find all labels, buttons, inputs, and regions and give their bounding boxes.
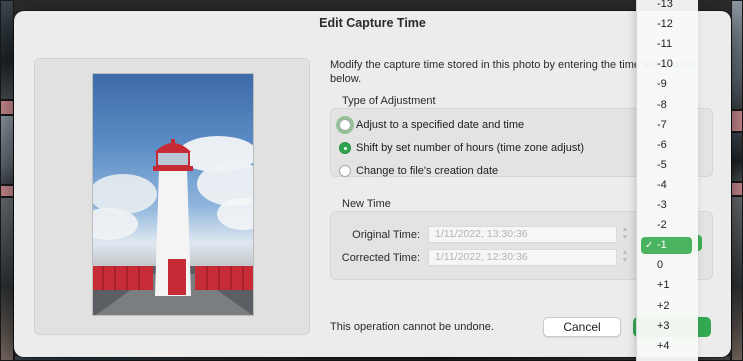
hour-menu-item[interactable]: -10 (641, 56, 692, 73)
hour-menu-item[interactable]: -3 (641, 197, 692, 214)
hour-menu-item-label: -1 (657, 239, 667, 252)
background-thumbnail (0, 0, 14, 100)
hour-menu-item[interactable]: -13 (641, 0, 692, 13)
background-thumbnail (731, 0, 743, 110)
radio-label: Adjust to a specified date and time (356, 119, 525, 131)
original-time-stepper: ▲ ▼ (621, 226, 629, 241)
new-time-title: New Time (342, 198, 391, 210)
original-time-row: Original Time: 1/11/2022, 13:30:36 ▲ ▼ (340, 226, 629, 243)
hour-menu-item[interactable]: -9 (641, 76, 692, 93)
background-thumbnail (0, 197, 14, 361)
hour-menu-item[interactable]: +1 (641, 277, 692, 294)
hour-menu-item[interactable]: -11 (641, 36, 692, 53)
hour-menu-item-label: -10 (657, 58, 673, 71)
hour-menu-item-label: -6 (657, 138, 667, 151)
corrected-time-stepper: ▲ ▼ (621, 249, 629, 264)
corrected-time-label: Corrected Time: (341, 251, 420, 264)
radio-adjust-specified-date[interactable]: Adjust to a specified date and time (339, 119, 524, 131)
hour-menu-item[interactable]: -8 (641, 97, 692, 114)
hour-menu-item[interactable]: -12 (641, 16, 692, 33)
hour-menu-item-label: 0 (657, 259, 664, 272)
hour-menu-item-label: -8 (657, 98, 667, 111)
background-thumbnail (0, 115, 14, 185)
undo-warning: This operation cannot be undone. (330, 321, 494, 333)
background-thumbnail (0, 185, 14, 197)
radio-label: Change to file's creation date (356, 165, 499, 177)
checkmark-icon: ✓ (645, 240, 654, 252)
background-thumbnail (731, 196, 743, 361)
radio-button[interactable] (339, 119, 351, 131)
adjustment-type-title: Type of Adjustment (342, 95, 436, 107)
original-time-label: Original Time: (352, 228, 420, 241)
radio-button[interactable] (339, 165, 351, 177)
corrected-time-row: Corrected Time: 1/11/2022, 12:30:36 ▲ ▼ (340, 249, 629, 266)
hour-menu-item-label: +1 (657, 279, 670, 292)
radio-file-creation-date[interactable]: Change to file's creation date (339, 165, 498, 177)
hour-menu-item[interactable]: -4 (641, 177, 692, 194)
hour-menu-item-label: +3 (657, 319, 670, 332)
hour-menu-item[interactable]: 0 (641, 257, 692, 274)
radio-shift-hours[interactable]: Shift by set number of hours (time zone … (339, 142, 584, 154)
photo-preview-panel (34, 58, 310, 335)
hour-menu-item-label: -11 (657, 38, 673, 51)
background-thumbnail (731, 132, 743, 182)
hour-menu-item[interactable]: +3 (641, 318, 692, 335)
background-thumbnail (0, 100, 14, 115)
radio-label: Shift by set number of hours (time zone … (356, 142, 585, 154)
background-thumbnail (731, 110, 743, 132)
background-thumbnail (731, 182, 743, 196)
hour-menu-item-label: -7 (657, 118, 667, 131)
hour-menu-item-label: -3 (657, 199, 667, 211)
hour-menu-item-label: -4 (657, 178, 667, 191)
photo-preview (92, 73, 254, 316)
hour-menu-item-label: +2 (657, 299, 670, 312)
cancel-button[interactable]: Cancel (543, 317, 621, 337)
hour-menu-item[interactable]: -5 (641, 157, 692, 174)
hour-menu-item[interactable]: -2 (641, 217, 692, 234)
hour-menu-item-label: -12 (657, 18, 673, 31)
dialog-title: Edit Capture Time (319, 16, 426, 30)
hour-menu-item-label: -2 (657, 219, 667, 232)
corrected-time-field: 1/11/2022, 12:30:36 (428, 249, 617, 266)
hour-menu-item[interactable]: +4 (641, 338, 692, 355)
original-time-field: 1/11/2022, 13:30:36 (428, 226, 617, 243)
hour-shift-menu: -13 -12 -11 -10 -9 -8 -7 -6 -5 -4 -3 -2 ✓ -1 0 +1 +2 +3 +4 (636, 0, 698, 361)
hour-menu-item-label: -13 (657, 0, 673, 10)
radio-button[interactable] (339, 142, 351, 154)
hour-menu-item[interactable]: -6 (641, 137, 692, 154)
hour-menu-item-label: +4 (657, 339, 670, 352)
edit-capture-time-dialog: Edit Capture Time Modify the capture tim… (14, 11, 731, 357)
hour-menu-item[interactable]: -7 (641, 117, 692, 134)
hour-menu-item-label: -5 (657, 158, 667, 171)
hour-menu-item[interactable]: ✓ -1 (641, 237, 692, 255)
hour-menu-item-label: -9 (657, 78, 667, 91)
lighthouse-photo (93, 136, 253, 315)
hour-menu-item[interactable]: +2 (641, 298, 692, 315)
